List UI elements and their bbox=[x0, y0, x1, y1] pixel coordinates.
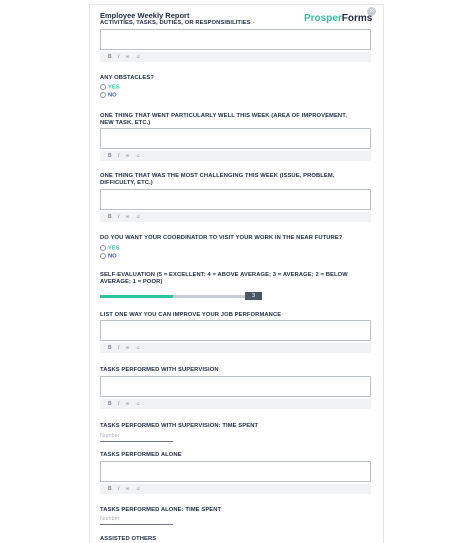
supervised-toolbar: B I ∞ ☺ bbox=[100, 399, 371, 409]
alone-toolbar: B I ∞ ☺ bbox=[100, 484, 371, 494]
supervised-textarea[interactable] bbox=[100, 376, 371, 397]
supervised-label: TASKS PERFORMED WITH SUPERVISION bbox=[100, 367, 219, 373]
italic-button[interactable]: I bbox=[118, 151, 119, 161]
went-well-toolbar: B I ∞ ☺ bbox=[100, 151, 371, 161]
coordinator-no-label: NO bbox=[108, 253, 117, 260]
italic-button[interactable]: I bbox=[118, 212, 119, 222]
bold-button[interactable]: B bbox=[108, 151, 112, 161]
challenging-label: ONE THING THAT WAS THE MOST CHALLENGING … bbox=[100, 173, 335, 186]
challenging-toolbar: B I ∞ ☺ bbox=[100, 212, 371, 222]
went-well-textarea[interactable] bbox=[100, 128, 371, 149]
link-icon[interactable]: ∞ bbox=[126, 151, 130, 161]
obstacles-yes-option[interactable]: YES bbox=[100, 84, 120, 91]
obstacles-label: ANY OBSTACLES? bbox=[100, 75, 155, 81]
alone-time-label: TASKS PERFORMED ALONE: TIME SPENT bbox=[100, 507, 222, 513]
required-marker: • bbox=[252, 20, 255, 26]
bold-button[interactable]: B bbox=[108, 212, 112, 222]
link-icon[interactable]: ∞ bbox=[126, 212, 130, 222]
self-eval-label: SELF-EVALUATION (5 = EXCELLENT; 4 = ABOV… bbox=[100, 272, 348, 285]
coordinator-no-option[interactable]: NO bbox=[100, 253, 117, 260]
supervised-time-label: TASKS PERFORMED WITH SUPERVISION: TIME S… bbox=[100, 423, 259, 429]
activities-label: ACTIVITIES, TASKS, DUTIES, OR RESPONSIBI… bbox=[100, 20, 362, 27]
form-body: Employee Weekly Report ProsperForms ACTI… bbox=[89, 4, 384, 543]
emoji-icon[interactable]: ☺ bbox=[136, 151, 141, 161]
improve-label: LIST ONE WAY YOU CAN IMPROVE YOUR JOB PE… bbox=[100, 312, 282, 318]
form-title: Employee Weekly Report bbox=[100, 11, 190, 20]
improve-textarea[interactable] bbox=[100, 320, 371, 341]
radio-icon[interactable] bbox=[100, 84, 106, 90]
challenging-textarea[interactable] bbox=[100, 189, 371, 210]
bold-button[interactable]: B bbox=[108, 343, 112, 353]
obstacles-no-option[interactable]: NO bbox=[100, 92, 117, 99]
bold-button[interactable]: B bbox=[108, 399, 112, 409]
activities-label-text: ACTIVITIES, TASKS, DUTIES, OR RESPONSIBI… bbox=[100, 20, 251, 26]
self-eval-value[interactable]: 3 bbox=[245, 292, 262, 300]
emoji-icon[interactable]: ☺ bbox=[136, 52, 141, 62]
emoji-icon[interactable]: ☺ bbox=[136, 484, 141, 494]
link-icon[interactable]: ∞ bbox=[126, 343, 130, 353]
obstacles-no-label: NO bbox=[108, 92, 117, 99]
assisted-label: ASSISTED OTHERS bbox=[100, 536, 157, 542]
link-icon[interactable]: ∞ bbox=[126, 52, 130, 62]
supervised-time-input[interactable]: Number bbox=[100, 432, 173, 442]
activities-toolbar: B I ∞ ☺ bbox=[100, 52, 371, 62]
went-well-label: ONE THING THAT WENT PARTICULARLY WELL TH… bbox=[100, 113, 347, 126]
alone-time-input[interactable]: Number bbox=[100, 515, 173, 525]
italic-button[interactable]: I bbox=[118, 484, 119, 494]
alone-label: TASKS PERFORMED ALONE bbox=[100, 452, 182, 458]
radio-icon[interactable] bbox=[100, 245, 106, 251]
bold-button[interactable]: B bbox=[108, 52, 112, 62]
obstacles-yes-label: YES bbox=[108, 84, 120, 91]
link-icon[interactable]: ∞ bbox=[126, 484, 130, 494]
emoji-icon[interactable]: ☺ bbox=[136, 343, 141, 353]
radio-icon[interactable] bbox=[100, 92, 106, 98]
self-eval-slider[interactable] bbox=[100, 295, 245, 298]
self-eval-slider-fill bbox=[100, 295, 173, 298]
improve-toolbar: B I ∞ ☺ bbox=[100, 343, 371, 353]
italic-button[interactable]: I bbox=[118, 399, 119, 409]
bold-button[interactable]: B bbox=[108, 484, 112, 494]
link-icon[interactable]: ∞ bbox=[126, 399, 130, 409]
activities-textarea[interactable] bbox=[100, 29, 371, 50]
radio-icon[interactable] bbox=[100, 253, 106, 259]
italic-button[interactable]: I bbox=[118, 343, 119, 353]
italic-button[interactable]: I bbox=[118, 52, 119, 62]
emoji-icon[interactable]: ☺ bbox=[136, 212, 141, 222]
coordinator-yes-label: YES bbox=[108, 245, 120, 252]
emoji-icon[interactable]: ☺ bbox=[136, 399, 141, 409]
coordinator-label: DO YOU WANT YOUR COORDINATOR TO VISIT YO… bbox=[100, 235, 343, 241]
coordinator-yes-option[interactable]: YES bbox=[100, 245, 120, 252]
alone-textarea[interactable] bbox=[100, 461, 371, 482]
